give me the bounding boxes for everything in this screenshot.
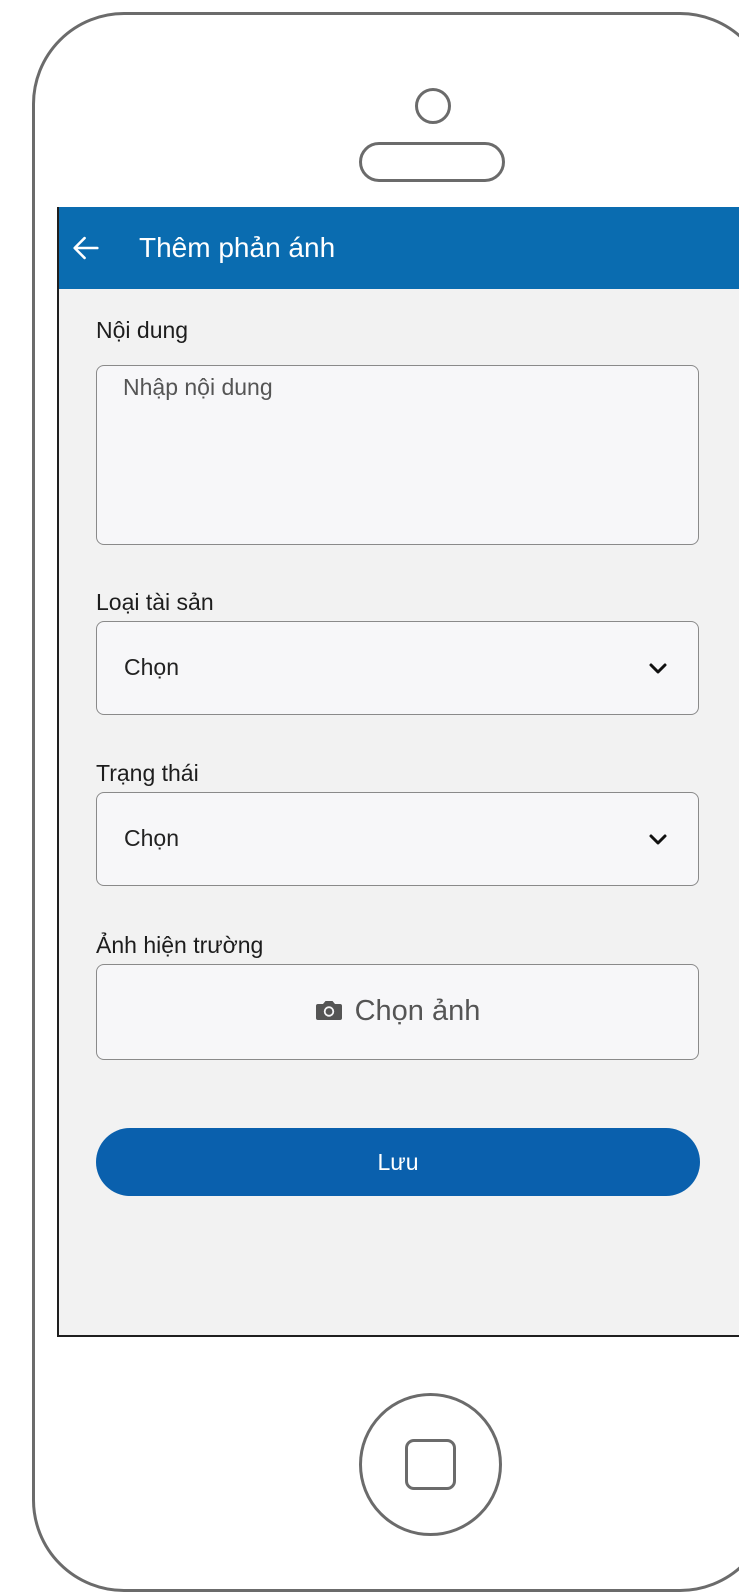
- arrow-left-icon[interactable]: [69, 231, 103, 265]
- home-button[interactable]: [359, 1393, 502, 1536]
- chevron-down-icon: [649, 663, 667, 674]
- choose-photo-label: Chọn ảnh: [354, 995, 481, 1027]
- asset-type-label: Loại tài sản: [96, 589, 214, 615]
- home-square-icon: [405, 1439, 456, 1490]
- chevron-down-icon: [649, 834, 667, 845]
- earpiece-speaker: [359, 142, 505, 182]
- save-button[interactable]: Lưu: [96, 1128, 700, 1196]
- choose-photo-content: Chọn ảnh: [97, 993, 698, 1029]
- scene-photo-label: Ảnh hiện trường: [96, 932, 264, 958]
- front-camera: [415, 88, 451, 124]
- status-label: Trạng thái: [96, 760, 199, 786]
- status-select[interactable]: Chọn: [96, 792, 699, 886]
- asset-type-select[interactable]: Chọn: [96, 621, 699, 715]
- choose-photo-button[interactable]: Chọn ảnh: [96, 964, 699, 1060]
- content-textarea[interactable]: Nhập nội dung: [96, 365, 699, 545]
- page-title: Thêm phản ánh: [139, 232, 336, 263]
- app-screen: Thêm phản ánh Nội dung Nhập nội dung Loạ…: [57, 207, 739, 1337]
- content-label: Nội dung: [96, 317, 189, 343]
- app-bar: Thêm phản ánh: [59, 207, 739, 289]
- content-placeholder: Nhập nội dung: [123, 374, 273, 400]
- status-selected-value: Chọn: [124, 825, 179, 851]
- camera-icon: [315, 1001, 342, 1020]
- asset-type-selected-value: Chọn: [124, 654, 179, 680]
